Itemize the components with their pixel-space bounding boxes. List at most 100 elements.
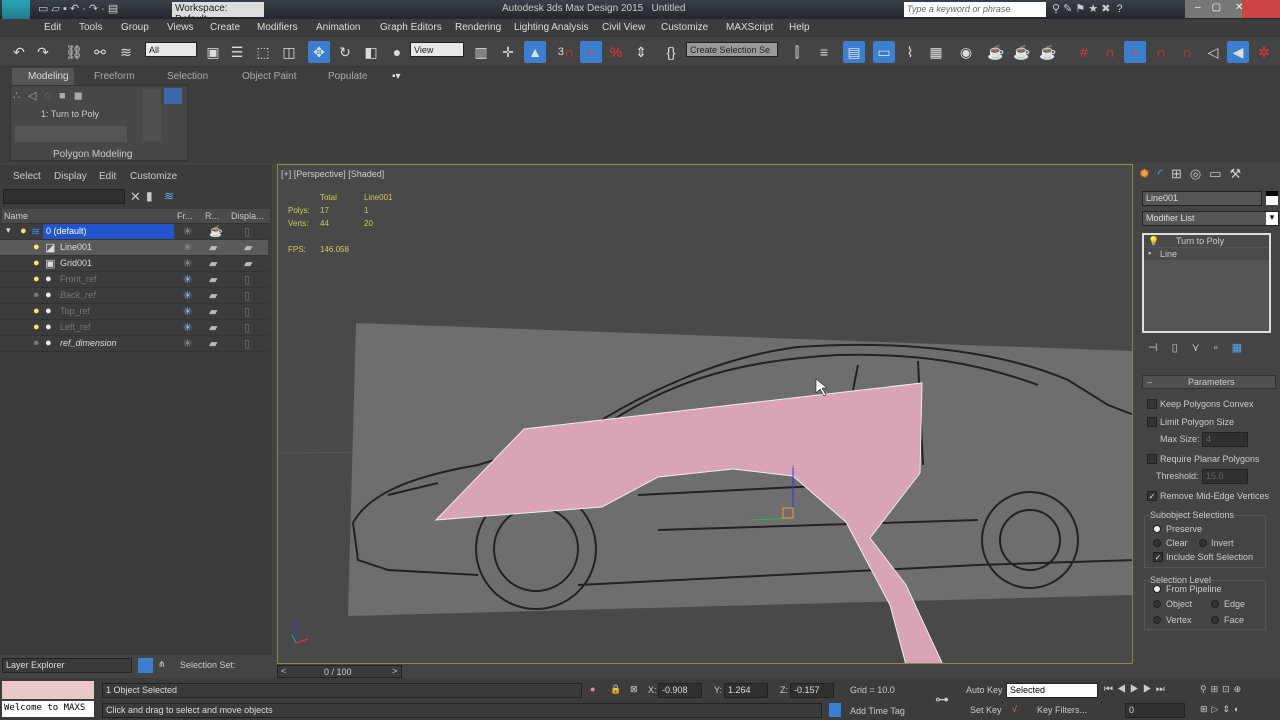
menu-animation[interactable]: Animation <box>316 22 360 33</box>
menu-maxscript[interactable]: MAXScript <box>726 22 773 33</box>
perspective-viewport[interactable]: [+] [Perspective] [Shaded] Total Line001… <box>277 164 1133 664</box>
from-pipeline-radio[interactable] <box>1153 585 1161 593</box>
menu-help[interactable]: Help <box>789 22 810 33</box>
set-key-button[interactable]: Set Key <box>970 705 1002 715</box>
place-icon[interactable]: ● <box>386 41 408 63</box>
tab-modeling[interactable]: Modeling <box>28 71 69 82</box>
preserve-radio[interactable] <box>1153 525 1161 533</box>
percent-snap-icon[interactable]: % <box>605 41 627 63</box>
include-soft-checkbox[interactable]: ✓ <box>1153 552 1163 562</box>
schematic-view-icon[interactable]: ▦ <box>925 41 947 63</box>
quick-access-icons[interactable]: ▭ ▱ ▪ ↶ · ↷ · ▤ <box>38 2 118 15</box>
se-menu-edit[interactable]: Edit <box>99 171 116 182</box>
object-row-ref-dimension[interactable]: ● ● ref_dimension ✳ ▰ ▯ <box>0 336 268 352</box>
move-icon[interactable]: ✥ <box>308 41 330 63</box>
object-row-left-ref[interactable]: ● ● Left_ref ✳ ▰ ▯ <box>0 320 268 336</box>
align-icon[interactable]: ≡ <box>813 41 835 63</box>
viewport-nav-controls[interactable]: ⊞▷⇕◐ <box>1200 704 1243 715</box>
scale-icon[interactable]: ◧ <box>360 41 382 63</box>
key-mode-dropdown[interactable]: Selected <box>1006 683 1098 698</box>
col-freeze[interactable]: Fr... <box>177 211 193 221</box>
window-controls[interactable]: – ▢ ✕ <box>1185 0 1280 18</box>
menu-rendering[interactable]: Rendering <box>455 22 501 33</box>
select-object-icon[interactable]: ▣ <box>202 41 224 63</box>
object-row-back-ref[interactable]: ● ● Back_ref ✳ ▰ ▯ <box>0 288 268 304</box>
center-snap-icon[interactable]: ✲ <box>1253 41 1275 63</box>
tab-object-paint[interactable]: Object Paint <box>242 71 296 82</box>
threshold-spinner[interactable]: 15.0 <box>1202 469 1248 484</box>
object-row-line001[interactable]: ● ◪ Line001 ✳ ▰ ▰ <box>0 240 268 256</box>
col-render[interactable]: R... <box>205 211 219 221</box>
panel-label[interactable]: Polygon Modeling <box>53 149 133 160</box>
object-row-grid001[interactable]: ● ▣ Grid001 ✳ ▰ ▰ <box>0 256 268 272</box>
undo-icon[interactable]: ↶ <box>8 41 30 63</box>
edit-named-sets-icon[interactable]: {} <box>660 41 682 63</box>
selection-filter-dropdown[interactable]: All <box>145 42 197 57</box>
vertex-snap-icon[interactable]: ∩ <box>1124 41 1146 63</box>
workspace-dropdown[interactable]: Workspace: Default <box>172 2 264 25</box>
edge-radio[interactable] <box>1211 600 1219 608</box>
modify-mode-icons[interactable] <box>15 126 127 142</box>
layer-row-default[interactable]: ▾ ● ≋ 0 (default) ✳ ☕ ▯ <box>0 224 268 240</box>
infocenter-icons[interactable]: ⚲ ✎ ⚑ ★ ✖ ? <box>1052 2 1123 15</box>
layer-explorer-dropdown[interactable]: Layer Explorer <box>2 658 132 673</box>
midpoint-snap-icon[interactable]: ∩ <box>1176 41 1198 63</box>
window-crossing-icon[interactable]: ◫ <box>278 41 300 63</box>
rotate-icon[interactable]: ↻ <box>334 41 356 63</box>
key-tangent-icon[interactable]: √ <box>1012 704 1017 714</box>
key-filters-button[interactable]: Key Filters... <box>1037 705 1087 715</box>
limit-size-checkbox[interactable] <box>1147 417 1157 427</box>
face-snap-icon[interactable]: ◀ <box>1227 41 1249 63</box>
render-icon[interactable]: ☕ <box>1037 41 1059 63</box>
menu-modifiers[interactable]: Modifiers <box>257 22 298 33</box>
grid-snap-icon[interactable]: # <box>1073 41 1095 63</box>
menu-tools[interactable]: Tools <box>79 22 102 33</box>
angle-snap-icon[interactable]: ∩ <box>580 41 602 63</box>
menu-create[interactable]: Create <box>210 22 240 33</box>
object-row-top-ref[interactable]: ● ● Top_ref ✳ ▰ ▯ <box>0 304 268 320</box>
tab-freeform[interactable]: Freeform <box>94 71 135 82</box>
render-setup-icon[interactable]: ☕ <box>985 41 1007 63</box>
side-tools[interactable] <box>143 89 161 141</box>
parameters-rollout-header[interactable]: – Parameters <box>1142 375 1276 389</box>
object-row-front-ref[interactable]: ● ● Front_ref ✳ ▰ ▯ <box>0 272 268 288</box>
stack-item-turn-to-poly[interactable]: 💡 Turn to Poly <box>1144 235 1269 247</box>
col-name[interactable]: Name <box>4 211 28 221</box>
link-icon[interactable]: ⛓ <box>63 41 85 63</box>
edge-snap-icon[interactable]: ◁ <box>1202 41 1224 63</box>
key-icon[interactable]: ⊶ <box>935 691 949 708</box>
maxscript-listener-input[interactable]: Welcome to MAXS <box>2 701 94 717</box>
ref-coord-dropdown[interactable]: View <box>410 42 464 57</box>
absolute-mode-icon[interactable]: ⊠ <box>630 684 638 695</box>
endpoint-snap-icon[interactable]: ∩ <box>1150 41 1172 63</box>
se-search-field[interactable] <box>3 189 125 204</box>
mirror-icon[interactable]: ⫿ <box>786 41 808 63</box>
se-menu-display[interactable]: Display <box>54 171 87 182</box>
modifier-list-dropdown[interactable]: Modifier List ▾ <box>1142 211 1279 226</box>
auto-key-button[interactable]: Auto Key <box>966 685 1003 695</box>
selection-lock-icon[interactable]: 🔒 <box>610 684 621 695</box>
material-editor-icon[interactable]: ◉ <box>955 41 977 63</box>
time-tag-icon[interactable] <box>829 703 841 717</box>
remove-mid-checkbox[interactable]: ✓ <box>1147 491 1157 501</box>
ribbon-toggle-icon[interactable]: ▭ <box>873 41 895 63</box>
add-to-layer-icon[interactable]: ≋ <box>164 189 174 203</box>
vertex-radio[interactable] <box>1153 616 1161 624</box>
search-input[interactable]: Type a keyword or phrase <box>904 2 1046 17</box>
object-name-field[interactable]: Line001 <box>1142 191 1262 206</box>
clear-search-icon[interactable]: ✕ <box>130 189 141 205</box>
menu-views[interactable]: Views <box>167 22 194 33</box>
tab-populate[interactable]: Populate <box>328 71 367 82</box>
y-coord-field[interactable]: 1.264 <box>724 683 768 698</box>
curve-editor-icon[interactable]: ⌇ <box>899 41 921 63</box>
invert-radio[interactable] <box>1199 539 1207 547</box>
bind-spacewarp-icon[interactable]: ≋ <box>115 41 137 63</box>
current-frame-field[interactable]: 0 <box>1125 703 1185 718</box>
menu-edit[interactable]: Edit <box>44 22 61 33</box>
keyboard-shortcut-icon[interactable]: ▲ <box>524 41 546 63</box>
max-size-spinner[interactable]: 4 <box>1202 432 1248 447</box>
named-selection-dropdown[interactable]: Create Selection Se <box>686 42 778 57</box>
snap-toggle-icon[interactable]: 3 ∩ <box>555 41 577 63</box>
playback-controls[interactable]: ⏮◀▶▶⏭ <box>1104 684 1169 695</box>
menu-lighting-analysis[interactable]: Lighting Analysis <box>514 22 589 33</box>
